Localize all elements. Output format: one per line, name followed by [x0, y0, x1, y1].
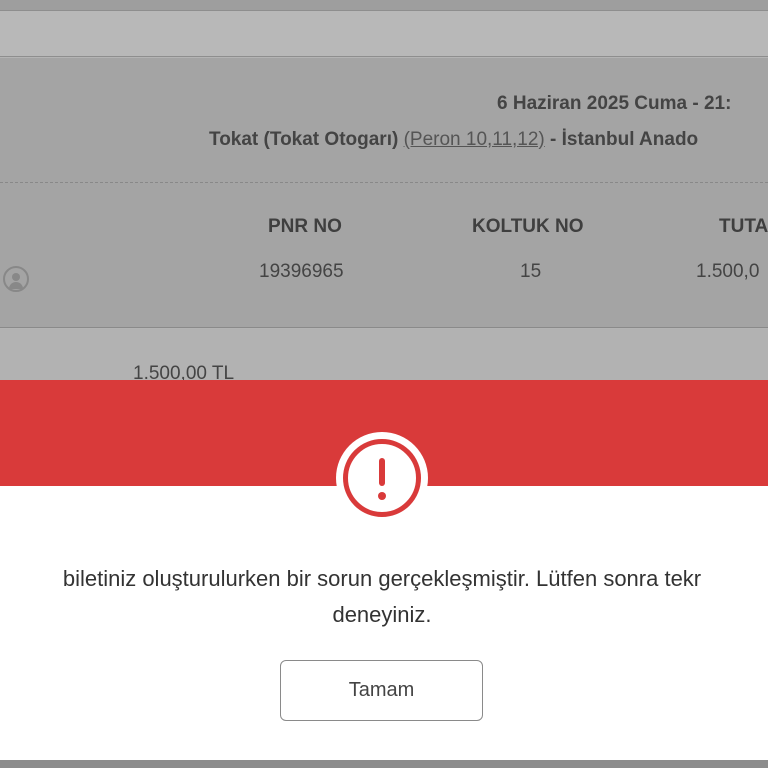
error-message-line-2: deneyiniz.: [332, 602, 432, 627]
seat-value: 15: [520, 261, 542, 282]
amount-header: TUTA: [719, 216, 768, 237]
passenger-icon: [3, 266, 29, 292]
top-bar: [0, 0, 768, 10]
peron-link[interactable]: (Peron 10,11,12): [404, 129, 545, 150]
dashed-divider: [0, 182, 768, 183]
bottom-bar: [0, 760, 768, 768]
total-area: [0, 329, 768, 381]
pnr-value: 19396965: [259, 261, 344, 282]
route-origin: Tokat (Tokat Otogarı): [209, 129, 399, 150]
trip-date-time: 6 Haziran 2025 Cuma - 21:: [497, 93, 732, 114]
error-message-line-1: biletiniz oluşturulurken bir sorun gerçe…: [62, 566, 702, 591]
exclamation-circle-icon: [336, 432, 428, 524]
route-destination: - İstanbul Anado: [544, 129, 699, 150]
error-message: biletiniz oluşturulurken bir sorun gerçe…: [0, 561, 768, 633]
ok-button[interactable]: Tamam: [280, 660, 483, 721]
pnr-header: PNR NO: [268, 216, 342, 237]
seat-header: KOLTUK NO: [472, 216, 584, 237]
trip-route: Tokat (Tokat Otogarı) (Peron 10,11,12) -…: [209, 129, 698, 151]
header-strip: [0, 10, 768, 57]
amount-value: 1.500,0: [696, 261, 760, 282]
